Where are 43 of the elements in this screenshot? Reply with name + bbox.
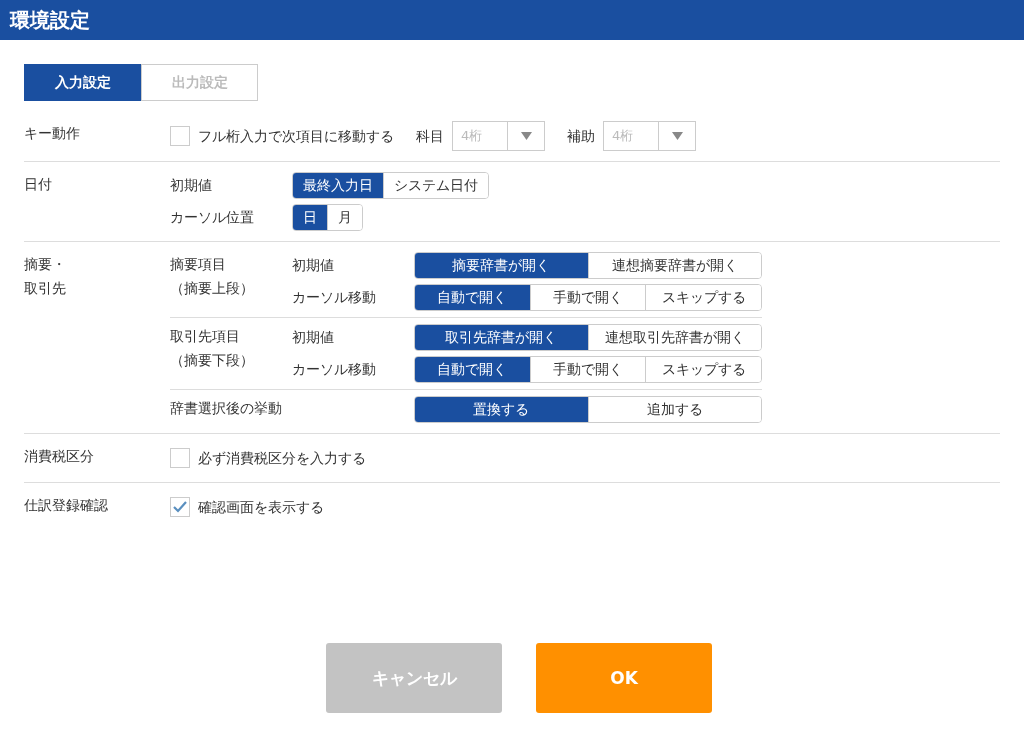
checkbox-label: フル桁入力で次項目に移動する: [198, 127, 394, 146]
caret-icon: [671, 132, 683, 140]
option-label: カーソル移動: [292, 360, 377, 379]
option-button[interactable]: 最終入力日: [293, 173, 383, 198]
section-label: 取引先: [24, 279, 67, 298]
option-button[interactable]: 置換する: [415, 397, 588, 422]
select-label: 補助: [567, 127, 595, 146]
checkbox[interactable]: [170, 126, 190, 146]
option-button[interactable]: 追加する: [587, 397, 761, 422]
option-label: 初期値: [292, 256, 335, 275]
option-label: 初期値: [292, 328, 335, 347]
item-label: 摘要項目: [170, 255, 227, 274]
section-label: 摘要・: [24, 255, 67, 274]
option-label: カーソル位置: [170, 208, 255, 227]
section-label: 日付: [24, 175, 53, 194]
select-label: 科目: [416, 127, 444, 146]
checkbox-label: 必ず消費税区分を入力する: [198, 449, 366, 468]
option-button[interactable]: 摘要辞書が開く: [415, 253, 588, 278]
item-label: （摘要上段）: [170, 279, 255, 298]
option-button[interactable]: システム日付: [383, 173, 488, 198]
item-label: 取引先項目: [170, 327, 241, 346]
option-button[interactable]: 自動で開く: [415, 357, 530, 382]
option-button[interactable]: スキップする: [645, 357, 761, 382]
window-title: 環境設定: [10, 6, 90, 34]
option-button[interactable]: 自動で開く: [415, 285, 530, 310]
section-label: 仕訳登録確認: [24, 496, 109, 515]
option-label: 初期値: [170, 176, 213, 195]
checkbox[interactable]: [170, 448, 190, 468]
tab[interactable]: 入力設定: [24, 64, 141, 101]
option-label: カーソル移動: [292, 288, 377, 307]
checkbox-label: 確認画面を表示する: [198, 498, 324, 517]
option-button[interactable]: 連想摘要辞書が開く: [587, 253, 761, 278]
option-button[interactable]: 取引先辞書が開く: [415, 325, 588, 350]
section-label: 消費税区分: [24, 447, 95, 466]
option-button[interactable]: 月: [327, 205, 362, 230]
checkbox[interactable]: [170, 497, 190, 517]
option-button[interactable]: 連想取引先辞書が開く: [587, 325, 761, 350]
section-label: キー動作: [24, 124, 81, 143]
item-label: 辞書選択後の挙動: [170, 399, 283, 418]
item-label: （摘要下段）: [170, 351, 255, 370]
option-button[interactable]: スキップする: [645, 285, 761, 310]
option-button[interactable]: 日: [293, 205, 327, 230]
caret-icon: [520, 132, 532, 140]
